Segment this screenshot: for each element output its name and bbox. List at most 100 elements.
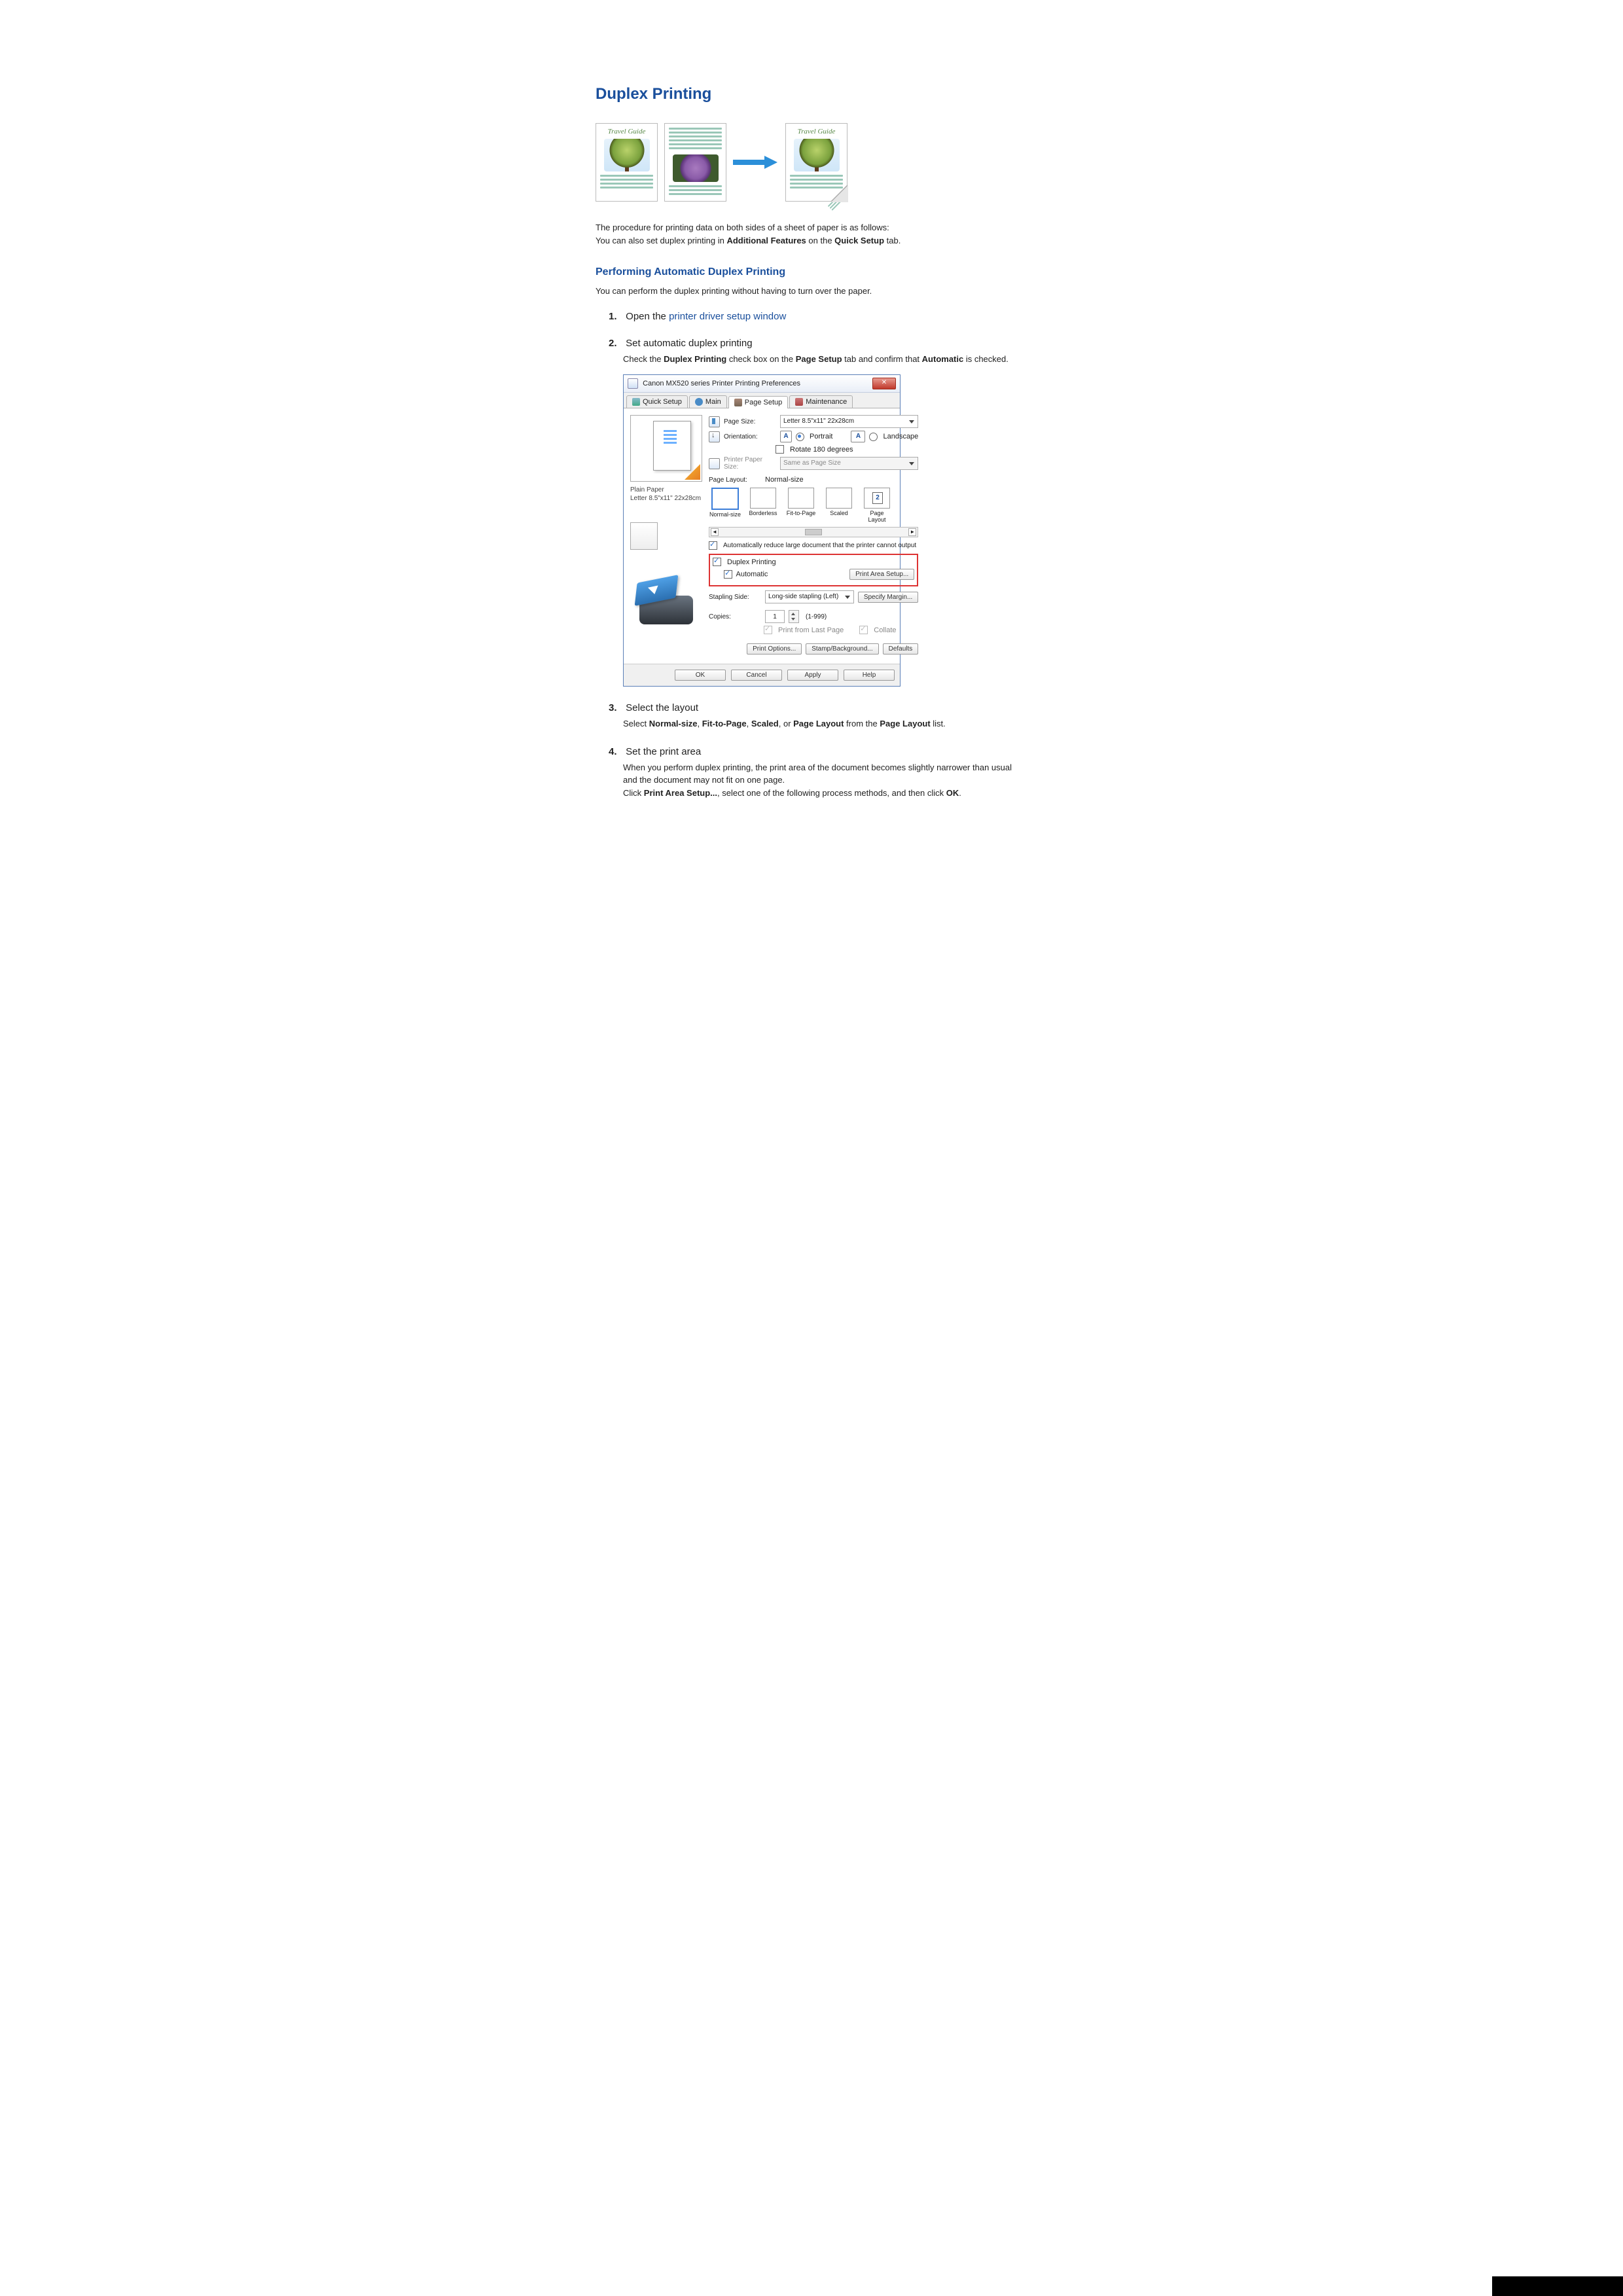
intro-part: tab.: [884, 236, 901, 245]
print-from-last-label: Print from Last Page: [778, 626, 844, 634]
stapling-side-dropdown[interactable]: Long-side stapling (Left): [765, 590, 854, 603]
stapling-side-label: Stapling Side:: [709, 594, 761, 601]
illustration-header: Travel Guide: [600, 128, 653, 135]
print-from-last-checkbox: [764, 626, 772, 634]
page-layout-label: Page Layout:: [709, 476, 761, 484]
dialog-titlebar: Canon MX520 series Printer Printing Pref…: [624, 375, 900, 393]
chevron-down-icon: [844, 594, 851, 600]
illustration-duplex-result: Travel Guide: [785, 123, 847, 202]
illustration-header: Travel Guide: [790, 128, 843, 135]
step-title: Set automatic duplex printing: [626, 338, 752, 349]
specify-margin-button[interactable]: Specify Margin...: [858, 592, 918, 603]
collate-label: Collate: [874, 626, 896, 634]
automatic-checkbox[interactable]: [724, 570, 732, 579]
highlighted-duplex-area: Duplex Printing Automatic Print Area Set…: [709, 554, 918, 586]
landscape-radio[interactable]: [869, 433, 878, 441]
copies-input[interactable]: 1: [765, 610, 785, 623]
layout-scaled[interactable]: Scaled: [823, 488, 855, 523]
printer-3d-icon: [630, 565, 702, 624]
tab-quick-setup[interactable]: Quick Setup: [626, 395, 688, 408]
orientation-icon: [709, 431, 720, 442]
step-4: 4. Set the print area When you perform d…: [609, 746, 1027, 800]
close-button[interactable]: ✕: [872, 378, 896, 389]
scroll-right-icon[interactable]: ►: [908, 528, 916, 536]
step-subtext: Select Normal-size, Fit-to-Page, Scaled,…: [623, 717, 1027, 730]
text-lines-icon: [669, 128, 722, 151]
illustration-page-1-front: Travel Guide: [596, 123, 658, 202]
arrow-right-icon: [733, 156, 779, 169]
chevron-down-icon: [908, 460, 915, 467]
collate-checkbox: [859, 626, 868, 634]
tab-page-setup[interactable]: Page Setup: [728, 396, 789, 408]
scroll-thumb[interactable]: [805, 529, 822, 535]
printer-driver-setup-link[interactable]: printer driver setup window: [669, 311, 786, 322]
page-size-label: Page Size:: [724, 418, 776, 425]
step-number: 3.: [609, 702, 623, 713]
printer-paper-label: Printer Paper Size:: [724, 456, 776, 471]
layout-thumbnail: [630, 522, 658, 550]
page-preview: [630, 415, 702, 482]
defaults-button[interactable]: Defaults: [883, 643, 919, 655]
page-footer-bar: [1492, 2276, 1623, 2296]
duplex-illustration: Travel Guide Travel Guide: [596, 123, 1027, 202]
intro-text: The procedure for printing data on both …: [596, 221, 1027, 247]
portrait-icon: A: [780, 431, 792, 442]
step-3: 3. Select the layout Select Normal-size,…: [609, 702, 1027, 730]
print-area-setup-button[interactable]: Print Area Setup...: [849, 569, 914, 580]
rotate-180-label: Rotate 180 degrees: [790, 446, 853, 454]
intro-part: You can also set duplex printing in: [596, 236, 726, 245]
preview-size-label: Letter 8.5"x11" 22x28cm: [630, 494, 702, 503]
layout-fit-to-page[interactable]: Fit-to-Page: [785, 488, 817, 523]
apply-button[interactable]: Apply: [787, 670, 838, 681]
tab-main[interactable]: Main: [689, 395, 727, 408]
step-subtext: Check the Duplex Printing check box on t…: [623, 353, 1027, 366]
step-1: 1. Open the printer driver setup window: [609, 311, 1027, 322]
auto-reduce-label: Automatically reduce large document that…: [723, 542, 916, 549]
step-subtext: When you perform duplex printing, the pr…: [623, 761, 1027, 800]
rotate-180-checkbox[interactable]: [776, 445, 784, 454]
layout-normal-size[interactable]: Normal-size: [709, 488, 741, 523]
step-title: Select the layout: [626, 702, 698, 713]
stamp-background-button[interactable]: Stamp/Background...: [806, 643, 878, 655]
tab-label: Quick Setup: [643, 398, 682, 406]
tab-label: Maintenance: [806, 398, 847, 406]
cancel-button[interactable]: Cancel: [731, 670, 782, 681]
ok-button[interactable]: OK: [675, 670, 726, 681]
scroll-left-icon[interactable]: ◄: [711, 528, 719, 536]
illustration-page-2-content: [664, 123, 726, 202]
portrait-radio[interactable]: [796, 433, 804, 441]
intro-part: on the: [806, 236, 834, 245]
copies-stepper[interactable]: [789, 610, 799, 623]
tree-image-icon: [794, 139, 840, 171]
help-button[interactable]: Help: [844, 670, 895, 681]
page-setup-icon: [734, 399, 742, 406]
page-size-icon: [709, 416, 720, 427]
copies-range: (1-999): [806, 613, 827, 620]
step-number: 2.: [609, 338, 623, 349]
section-body: You can perform the duplex printing with…: [596, 285, 1027, 298]
page-title: Duplex Printing: [596, 85, 1027, 103]
page-size-dropdown[interactable]: Letter 8.5"x11" 22x28cm: [780, 415, 918, 428]
step-number: 4.: [609, 746, 623, 757]
auto-reduce-checkbox[interactable]: [709, 541, 717, 550]
page-fold-back-icon: [828, 190, 849, 212]
landscape-label: Landscape: [883, 433, 918, 440]
tab-maintenance[interactable]: Maintenance: [789, 395, 853, 408]
portrait-label: Portrait: [810, 433, 832, 440]
page-layout-list: Normal-size Borderless Fit-to-Page Scale…: [709, 488, 918, 523]
layout-borderless[interactable]: Borderless: [747, 488, 779, 523]
layout-page-layout[interactable]: 2Page Layout: [861, 488, 893, 523]
tree-image-icon: [604, 139, 650, 171]
layout-scrollbar[interactable]: ◄ ►: [709, 527, 918, 537]
step-2: 2. Set automatic duplex printing Check t…: [609, 338, 1027, 687]
intro-bold: Quick Setup: [834, 236, 884, 245]
automatic-label: Automatic: [736, 570, 768, 578]
tab-label: Page Setup: [745, 399, 783, 406]
duplex-printing-checkbox[interactable]: [713, 558, 721, 566]
text-lines-icon: [790, 175, 843, 190]
maintenance-icon: [795, 398, 803, 406]
print-options-button[interactable]: Print Options...: [747, 643, 802, 655]
step-title: Set the print area: [626, 746, 701, 757]
step-title: Open the printer driver setup window: [626, 311, 786, 322]
flower-image-icon: [673, 154, 719, 182]
